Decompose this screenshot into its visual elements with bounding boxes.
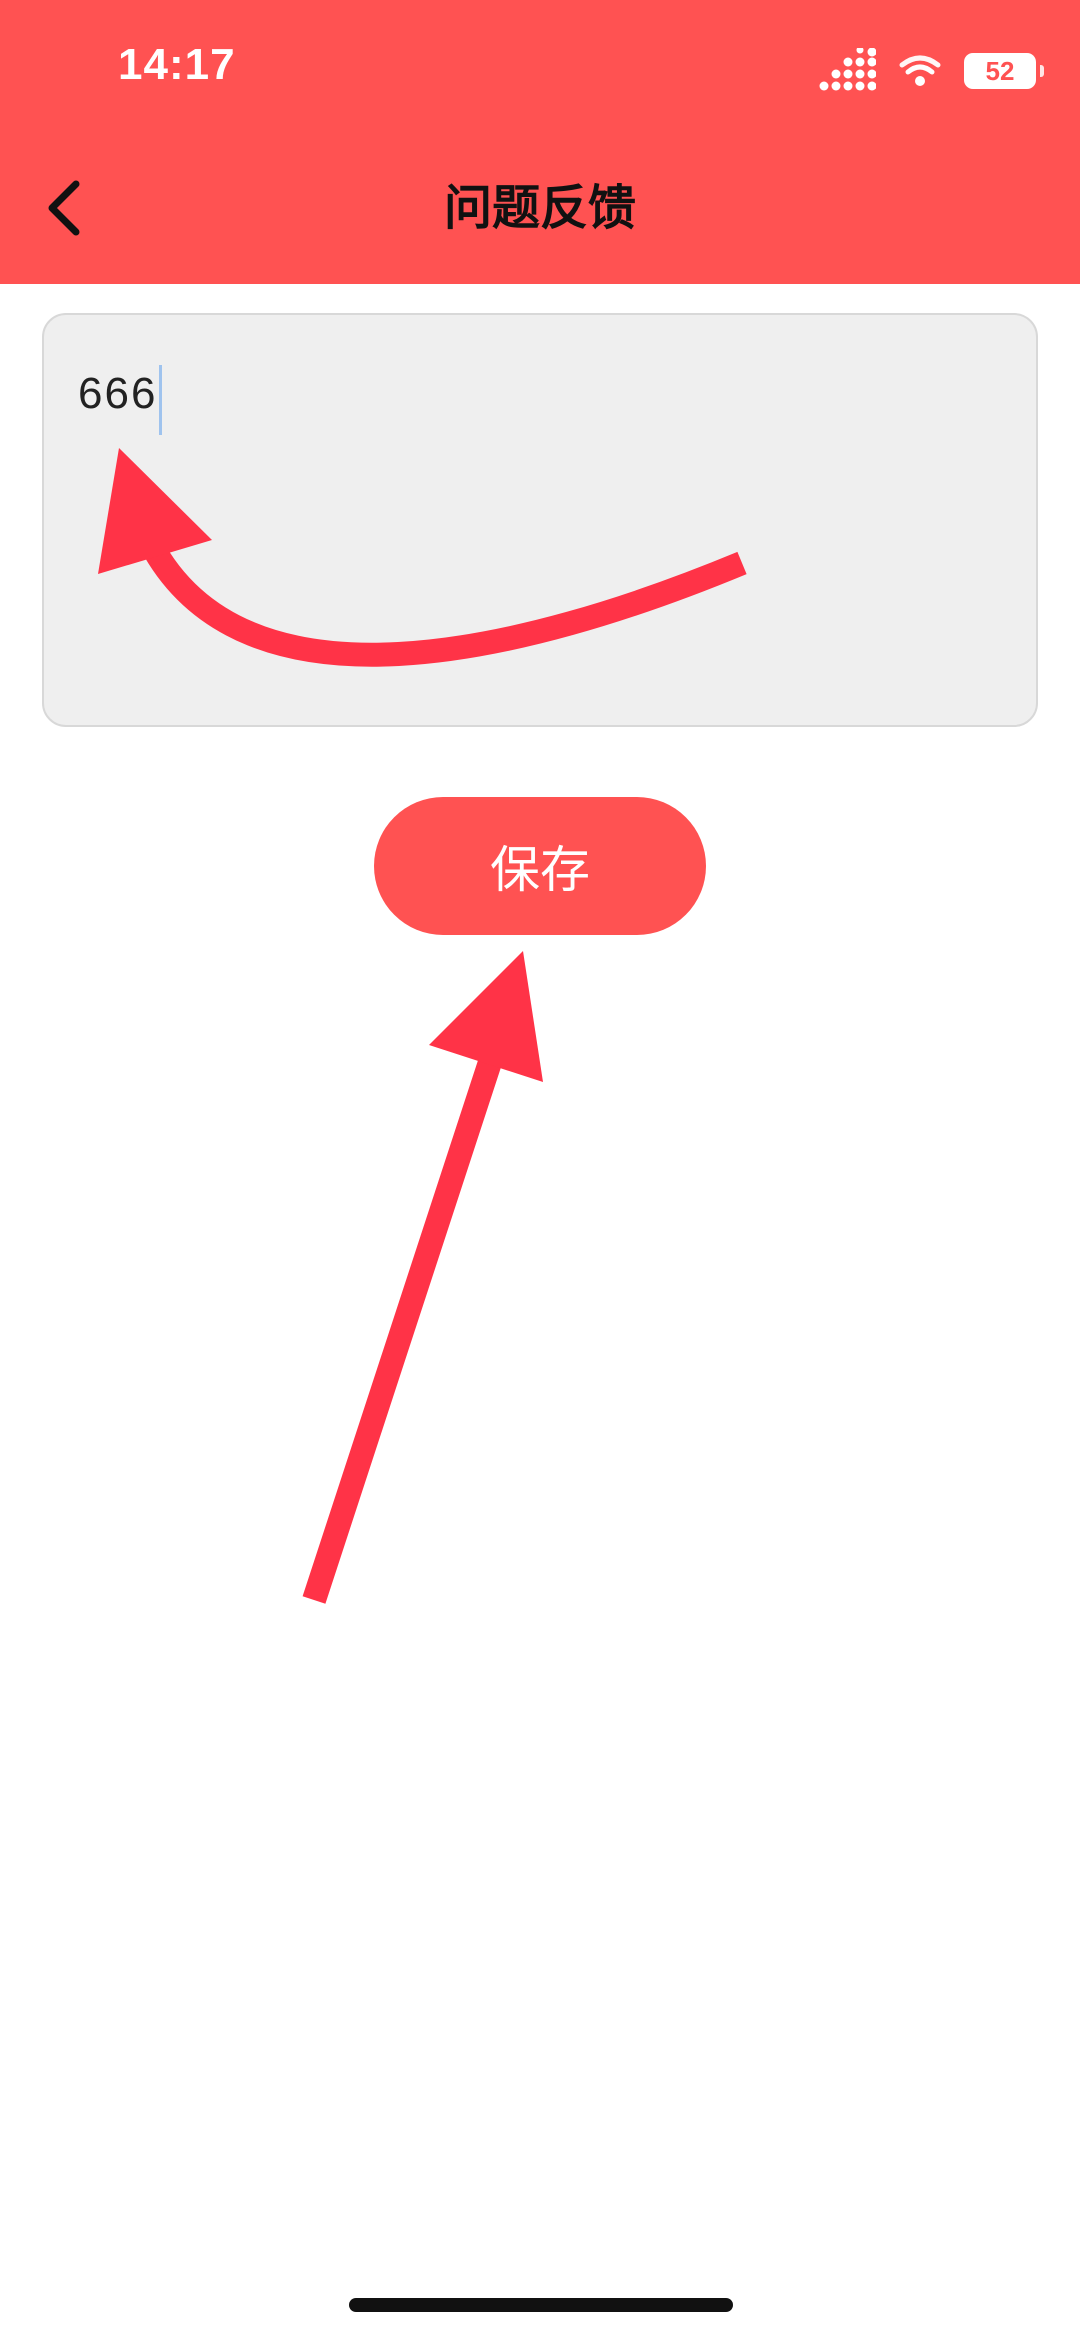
feedback-text[interactable]: 666 <box>78 365 157 423</box>
home-indicator[interactable] <box>349 2298 733 2312</box>
feedback-input[interactable]: 666 <box>42 313 1038 727</box>
straight-arrow-icon <box>302 951 543 1604</box>
page-title: 问题反馈 <box>443 180 636 236</box>
top-bar: 14:17 52 问题反馈 <box>0 0 1080 284</box>
save-button[interactable]: 保存 <box>374 797 706 935</box>
battery-level: 52 <box>985 55 1015 86</box>
wifi-icon <box>899 55 941 86</box>
battery-cap <box>1040 65 1044 77</box>
battery-icon: 52 <box>964 53 1044 89</box>
status-time: 14:17 <box>118 40 236 89</box>
signal-icon <box>819 48 876 91</box>
status-icons: 52 <box>818 46 1044 96</box>
text-caret <box>159 364 163 435</box>
